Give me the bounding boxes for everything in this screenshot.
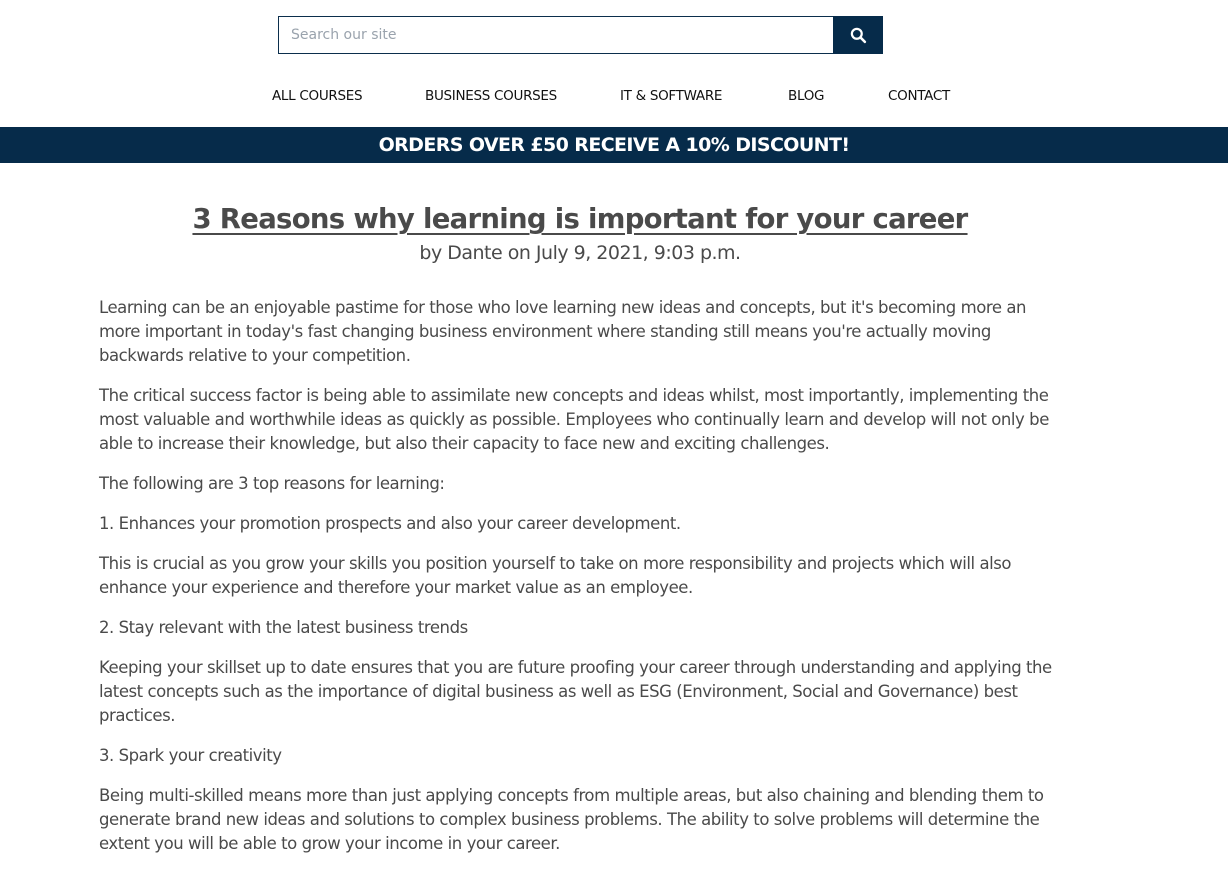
nav-item-contact[interactable]: CONTACT bbox=[888, 88, 950, 104]
search-icon bbox=[850, 27, 866, 43]
article-list-heading: 3. Spark your creativity bbox=[99, 746, 282, 765]
search-button[interactable] bbox=[833, 16, 883, 54]
article-title[interactable]: 3 Reasons why learning is important for … bbox=[0, 203, 1160, 235]
article-paragraph: Learning can be an enjoyable pastime for… bbox=[99, 298, 1027, 365]
discount-banner: ORDERS OVER £50 RECEIVE A 10% DISCOUNT! bbox=[0, 127, 1228, 163]
article-list-heading: 1. Enhances your promotion prospects and… bbox=[99, 514, 681, 533]
article-paragraph: The following are 3 top reasons for lear… bbox=[99, 474, 445, 493]
article-paragraph: Keeping your skillset up to date ensures… bbox=[99, 658, 1052, 725]
article-paragraph: The critical success factor is being abl… bbox=[99, 386, 1049, 453]
article-paragraph: Being multi-skilled means more than just… bbox=[99, 786, 1044, 853]
article-list-heading: 2. Stay relevant with the latest busines… bbox=[99, 618, 468, 637]
search-bar bbox=[278, 16, 883, 54]
nav-item-blog[interactable]: BLOG bbox=[788, 88, 825, 104]
main-nav: ALL COURSES BUSINESS COURSES IT & SOFTWA… bbox=[0, 88, 1228, 110]
search-input[interactable] bbox=[278, 16, 833, 54]
article-byline: by Dante on July 9, 2021, 9:03 p.m. bbox=[419, 242, 741, 264]
nav-item-it-software[interactable]: IT & SOFTWARE bbox=[620, 88, 722, 104]
nav-item-business-courses[interactable]: BUSINESS COURSES bbox=[425, 88, 557, 104]
article-paragraph: This is crucial as you grow your skills … bbox=[99, 554, 1012, 597]
discount-banner-text: ORDERS OVER £50 RECEIVE A 10% DISCOUNT! bbox=[378, 134, 850, 156]
nav-item-all-courses[interactable]: ALL COURSES bbox=[272, 88, 363, 104]
article-body: Learning can be an enjoyable pastime for… bbox=[99, 296, 1069, 871]
